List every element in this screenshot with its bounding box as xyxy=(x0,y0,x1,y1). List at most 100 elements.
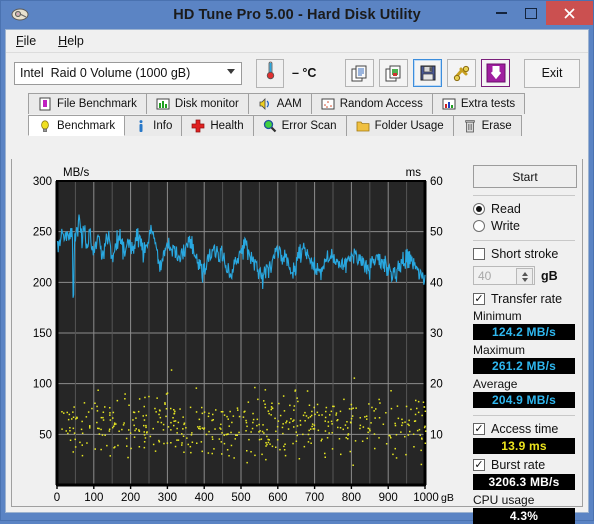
temperature-indicator xyxy=(256,58,284,88)
average-label: Average xyxy=(473,377,518,391)
burst-rate-label: Burst rate xyxy=(491,458,546,472)
benchmark-sidebar: Start Read Write Short stroke 40 gB ✓ Tr… xyxy=(466,159,582,524)
short-stroke-stepper[interactable]: 40 xyxy=(473,266,535,285)
checkbox-burst-rate[interactable]: ✓ Burst rate xyxy=(473,458,575,472)
stepper-buttons[interactable] xyxy=(516,268,533,285)
random-access-icon xyxy=(321,97,335,111)
magnifier-icon xyxy=(263,119,277,133)
drive-select[interactable]: Intel Raid 0 Volume (1000 gB) xyxy=(14,61,242,85)
maximum-value: 261.2 MB/s xyxy=(473,358,575,374)
tab-row-primary: Benchmark Info Health Error Scan Folder … xyxy=(28,115,588,137)
divider xyxy=(473,415,575,416)
app-window: HD Tune Pro 5.00 - Hard Disk Utility Fil… xyxy=(0,0,594,524)
exit-button[interactable]: Exit xyxy=(524,58,580,88)
bulb-icon xyxy=(38,119,52,133)
svg-text:500: 500 xyxy=(231,492,250,504)
minimum-label: Minimum xyxy=(473,309,522,323)
toolbar: Intel Raid 0 Volume (1000 gB) – °C Exit xyxy=(6,52,588,93)
svg-text:200: 200 xyxy=(121,492,140,504)
health-cross-icon xyxy=(191,119,205,133)
svg-text:100: 100 xyxy=(33,379,52,391)
folder-icon xyxy=(356,119,370,133)
tab-bar: File Benchmark Disk monitor AAM Random A… xyxy=(6,93,588,137)
tab-label: Extra tests xyxy=(460,98,516,110)
svg-text:1000: 1000 xyxy=(413,492,439,504)
tab-file-benchmark[interactable]: File Benchmark xyxy=(28,93,147,114)
cpu-usage-label: CPU usage xyxy=(473,493,535,507)
radio-write-label: Write xyxy=(491,219,520,233)
tab-extra-tests[interactable]: Extra tests xyxy=(431,93,526,114)
minimize-button[interactable] xyxy=(486,1,516,32)
copy-image-icon[interactable] xyxy=(379,59,408,87)
checkbox-short-stroke[interactable]: Short stroke xyxy=(473,247,575,261)
download-icon[interactable] xyxy=(481,59,510,87)
save-icon[interactable] xyxy=(413,59,442,87)
svg-text:150: 150 xyxy=(33,328,52,340)
burst-rate-value: 3206.3 MB/s xyxy=(473,474,575,490)
menu-item-help[interactable]: Help xyxy=(58,34,84,48)
radio-read-indicator xyxy=(473,203,485,215)
radio-write-indicator xyxy=(473,220,485,232)
short-stroke-row: 40 gB xyxy=(473,266,575,285)
average-value: 204.9 MB/s xyxy=(473,392,575,408)
svg-text:700: 700 xyxy=(305,492,324,504)
tab-label: Erase xyxy=(481,120,512,132)
checkbox-transfer-rate[interactable]: ✓ Transfer rate xyxy=(473,292,575,306)
benchmark-chart: MB/s ms 50 100 150 200 250 300 10 20 30 40 50 60 0 100 2… xyxy=(12,159,467,511)
drive-vendor: Intel xyxy=(20,66,44,80)
tab-aam[interactable]: AAM xyxy=(247,93,312,114)
window-controls xyxy=(486,1,593,29)
title-bar: HD Tune Pro 5.00 - Hard Disk Utility xyxy=(1,1,593,29)
tab-error-scan[interactable]: Error Scan xyxy=(252,115,347,136)
start-button[interactable]: Start xyxy=(473,165,577,188)
short-stroke-label: Short stroke xyxy=(491,247,559,261)
toolbar-buttons: Exit xyxy=(345,58,580,88)
svg-text:800: 800 xyxy=(342,492,361,504)
thermometer-icon xyxy=(266,61,275,85)
speaker-icon xyxy=(258,97,272,111)
maximize-button[interactable] xyxy=(516,1,546,25)
tab-health[interactable]: Health xyxy=(181,115,254,136)
client-area: File Help Intel Raid 0 Volume (1000 gB) xyxy=(5,29,589,524)
menu-bar: File Help xyxy=(6,30,588,52)
radio-write[interactable]: Write xyxy=(473,219,575,233)
svg-text:30: 30 xyxy=(430,328,443,340)
short-stroke-value: 40 xyxy=(478,268,492,283)
tab-info[interactable]: Info xyxy=(124,115,183,136)
svg-text:100: 100 xyxy=(84,492,103,504)
disk-monitor-icon xyxy=(156,97,170,111)
radio-read[interactable]: Read xyxy=(473,202,575,216)
checkbox-access-time[interactable]: ✓ Access time xyxy=(473,422,575,436)
tab-erase[interactable]: Erase xyxy=(452,115,522,136)
tab-label: Info xyxy=(153,120,173,132)
divider xyxy=(473,195,575,196)
svg-text:gB: gB xyxy=(441,492,454,504)
trash-icon xyxy=(463,119,477,133)
cpu-usage-value: 4.3% xyxy=(473,508,575,524)
stepper-down-icon xyxy=(521,277,528,282)
tab-label: Folder Usage xyxy=(374,120,444,132)
tools-icon[interactable] xyxy=(447,59,476,87)
svg-text:10: 10 xyxy=(430,429,443,441)
tab-label: AAM xyxy=(276,98,302,110)
tab-label: Benchmark xyxy=(57,119,116,132)
svg-text:ms: ms xyxy=(406,167,422,179)
tab-folder-usage[interactable]: Folder Usage xyxy=(345,115,454,136)
tab-disk-monitor[interactable]: Disk monitor xyxy=(145,93,249,114)
stepper-up-icon xyxy=(521,271,528,276)
close-button[interactable] xyxy=(546,1,593,25)
transfer-rate-checkbox: ✓ xyxy=(473,292,485,305)
tab-benchmark[interactable]: Benchmark xyxy=(28,115,126,136)
svg-text:600: 600 xyxy=(268,492,287,504)
svg-text:300: 300 xyxy=(158,492,177,504)
temperature-value: – °C xyxy=(292,66,317,80)
tab-label: Error Scan xyxy=(281,120,337,132)
radio-read-label: Read xyxy=(491,202,521,216)
svg-text:MB/s: MB/s xyxy=(63,167,89,179)
svg-text:900: 900 xyxy=(379,492,398,504)
menu-item-file[interactable]: File xyxy=(16,34,36,48)
svg-text:300: 300 xyxy=(33,176,52,188)
tab-random-access[interactable]: Random Access xyxy=(310,93,433,114)
access-time-checkbox: ✓ xyxy=(473,422,485,435)
copy-text-icon[interactable] xyxy=(345,59,374,87)
